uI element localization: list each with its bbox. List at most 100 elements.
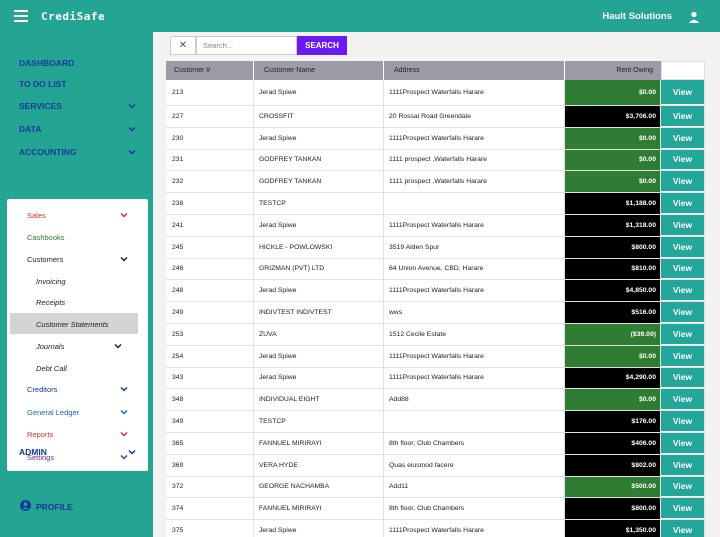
cell-customer-number: 249 bbox=[166, 302, 254, 323]
view-button[interactable]: View bbox=[661, 411, 705, 432]
sidebar-item-data[interactable]: DATA bbox=[19, 122, 137, 136]
cell-customer-number: 213 bbox=[166, 80, 254, 105]
view-button[interactable]: View bbox=[661, 258, 705, 280]
column-header-customer-name[interactable]: Customer Name bbox=[254, 61, 384, 80]
column-header-address[interactable]: Address bbox=[384, 61, 565, 80]
table-row: 246 GRIZMAN (PVT) LTD 64 Union Avenue, CBD… bbox=[166, 258, 705, 281]
sidebar-item-admin[interactable]: ADMIN bbox=[19, 445, 137, 459]
search-input[interactable] bbox=[196, 36, 297, 55]
view-button[interactable]: View bbox=[661, 498, 705, 520]
submenu-item-debt-call[interactable]: Debt Call bbox=[36, 361, 67, 375]
company-name: Hault Solutions bbox=[602, 11, 672, 22]
profile-icon bbox=[20, 500, 31, 513]
sidebar-item-todo[interactable]: TO DO LIST bbox=[19, 77, 137, 91]
chevron-down-icon bbox=[119, 254, 129, 264]
view-button[interactable]: View bbox=[661, 106, 705, 127]
sidebar-item-label: DATA bbox=[19, 124, 42, 134]
submenu-item-customers[interactable]: Customers bbox=[27, 252, 129, 266]
cell-customer-name: FANNUEL MIRIRAYI bbox=[254, 498, 384, 520]
cell-rent-owing: $0.00 bbox=[565, 389, 661, 411]
column-header-customer-number[interactable]: Customer # bbox=[166, 61, 254, 80]
cell-rent-owing: $4,290.00 bbox=[565, 367, 661, 389]
table-header-actions bbox=[661, 61, 705, 80]
cell-address: 1111Prospect Waterfalls Harare bbox=[384, 80, 565, 105]
table-row: 231 GODFREY TANKAN 1111 prospect ,Waterfal… bbox=[166, 149, 705, 172]
table-row: 348 INDIVIDUAL EIGHT Add88 $0.00 View bbox=[166, 389, 705, 412]
app-brand[interactable]: CrediSafe bbox=[41, 10, 105, 23]
cell-customer-name: TESTCP bbox=[254, 193, 384, 214]
submenu-item-label: Journals bbox=[36, 341, 65, 351]
cell-rent-owing: $0.00 bbox=[565, 345, 661, 367]
cell-customer-number: 246 bbox=[166, 258, 254, 280]
cell-rent-owing: $0.00 bbox=[565, 127, 661, 149]
submenu-item-label: Creditors bbox=[27, 384, 58, 394]
cell-customer-number: 348 bbox=[166, 389, 254, 411]
table-row: 248 Jerad Spiwe 1111Prospect Waterfalls Ha… bbox=[166, 280, 705, 303]
submenu-item-general-ledger[interactable]: General Ledger bbox=[27, 405, 129, 419]
submenu-item-sales[interactable]: Sales bbox=[27, 208, 129, 222]
view-button[interactable]: View bbox=[661, 214, 705, 236]
profile-link[interactable]: PROFILE bbox=[20, 500, 73, 513]
view-button[interactable]: View bbox=[661, 127, 705, 149]
cell-address: Quas eiusmod facere bbox=[384, 454, 565, 476]
view-button[interactable]: View bbox=[661, 367, 705, 389]
submenu-item-journals[interactable]: Journals bbox=[36, 339, 123, 353]
cell-address: 1111Prospect Waterfalls Harare bbox=[384, 280, 565, 302]
submenu-item-customer-statements[interactable]: Customer Statements bbox=[36, 317, 109, 331]
account-icon[interactable] bbox=[688, 10, 700, 23]
chevron-down-icon bbox=[127, 147, 137, 157]
cell-address: 20 Rossal Road Greendale bbox=[384, 106, 565, 127]
view-button[interactable]: View bbox=[661, 389, 705, 411]
cell-address: Add11 bbox=[384, 476, 565, 498]
cell-address: Add88 bbox=[384, 389, 565, 411]
submenu-item-receipts[interactable]: Receipts bbox=[36, 295, 65, 309]
hamburger-menu-icon[interactable] bbox=[14, 10, 28, 22]
view-button[interactable]: View bbox=[661, 345, 705, 367]
cell-customer-number: 343 bbox=[166, 367, 254, 389]
sidebar-item-dashboard[interactable]: DASHBOARD bbox=[19, 56, 137, 70]
submenu-item-creditors[interactable]: Creditors bbox=[27, 382, 129, 396]
cell-rent-owing: ($39.00) bbox=[565, 323, 661, 345]
submenu-item-label: Receipts bbox=[36, 297, 66, 307]
table-row: 249 INDIVTEST INDIVTEST wws $516.00 View bbox=[166, 302, 705, 324]
cell-customer-name: INDIVIDUAL EIGHT bbox=[254, 389, 384, 411]
cell-address: 64 Union Avenue, CBD, Harare bbox=[384, 258, 565, 280]
cell-address: 1111Prospect Waterfalls Harare bbox=[384, 520, 565, 537]
submenu-item-cashbooks[interactable]: Cashbooks bbox=[27, 230, 129, 244]
sidebar-item-accounting[interactable]: ACCOUNTING bbox=[19, 145, 137, 159]
cell-address: 1111Prospect Waterfalls Harare bbox=[384, 214, 565, 236]
sidebar-item-label: DASHBOARD bbox=[19, 58, 75, 68]
cell-customer-number: 374 bbox=[166, 498, 254, 520]
view-button[interactable]: View bbox=[661, 80, 705, 105]
view-button[interactable]: View bbox=[661, 302, 705, 323]
cell-rent-owing: $500.00 bbox=[565, 476, 661, 498]
view-button[interactable]: View bbox=[661, 476, 705, 498]
view-button[interactable]: View bbox=[661, 520, 705, 537]
submenu-item-invoicing[interactable]: Invoicing bbox=[36, 274, 66, 288]
view-button[interactable]: View bbox=[661, 432, 705, 454]
view-button[interactable]: View bbox=[661, 171, 705, 193]
submenu-item-reports[interactable]: Reports bbox=[27, 427, 129, 441]
view-button[interactable]: View bbox=[661, 236, 705, 258]
sidebar-item-label: TO DO LIST bbox=[19, 79, 67, 89]
sidebar-item-label: SERVICES bbox=[19, 101, 62, 111]
view-button[interactable]: View bbox=[661, 454, 705, 476]
sidebar-item-services[interactable]: SERVICES bbox=[19, 99, 137, 113]
cell-rent-owing: $1,318.00 bbox=[565, 214, 661, 236]
chevron-down-icon bbox=[119, 407, 129, 417]
view-button[interactable]: View bbox=[661, 280, 705, 302]
cell-customer-name: GEORGE NACHAMBA bbox=[254, 476, 384, 498]
view-button[interactable]: View bbox=[661, 323, 705, 345]
clear-search-button[interactable]: ✕ bbox=[170, 36, 196, 55]
table-row: 230 Jerad Spiwe 1111Prospect Waterfalls Ha… bbox=[166, 127, 705, 150]
column-header-rent-owing[interactable]: Rent Owing bbox=[565, 61, 661, 80]
view-button[interactable]: View bbox=[661, 193, 705, 214]
view-button[interactable]: View bbox=[661, 149, 705, 171]
table-row: 253 ZUVA 1512 Cecile Estate ($39.00) View bbox=[166, 323, 705, 346]
cell-customer-name: Jerad Spiwe bbox=[254, 280, 384, 302]
search-button[interactable]: SEARCH bbox=[297, 36, 347, 55]
sidebar-item-label: ADMIN bbox=[19, 447, 47, 457]
cell-customer-name: FANNUEL MIRIRAYI bbox=[254, 432, 384, 454]
cell-customer-name: Jerad Spiwe bbox=[254, 214, 384, 236]
cell-rent-owing: $800.00 bbox=[565, 498, 661, 520]
